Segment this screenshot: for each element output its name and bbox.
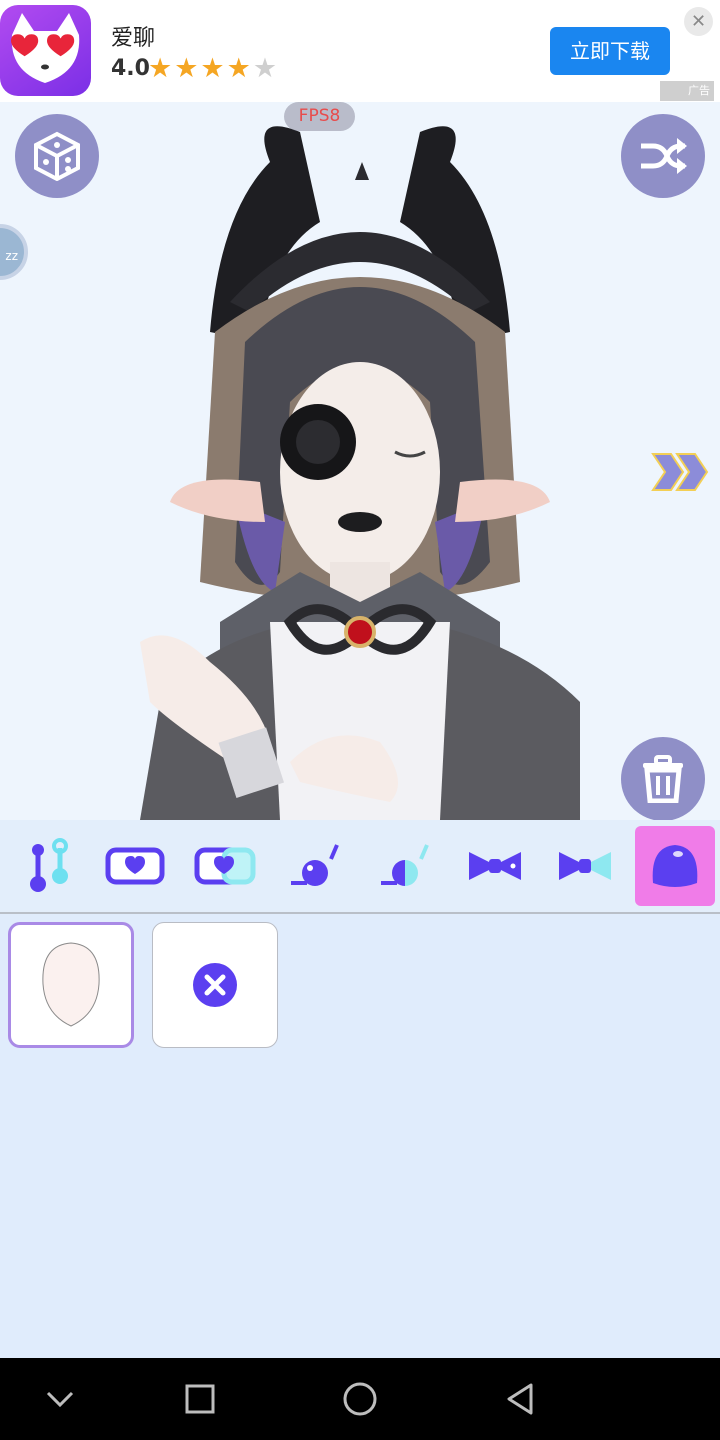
character-canvas[interactable]: FPS8 zz (0, 102, 720, 820)
shuffle-button[interactable] (621, 114, 705, 198)
category-heart-tag-half[interactable] (185, 826, 265, 906)
ad-rating-value: 4.0 (111, 56, 150, 81)
cat-heart-eyes-icon (11, 13, 80, 83)
nav-collapse-button[interactable] (39, 1378, 81, 1420)
close-icon[interactable]: ✕ (684, 7, 713, 36)
nav-home-button[interactable] (339, 1378, 381, 1420)
category-toolbar (0, 820, 720, 914)
category-heart-tag[interactable] (95, 826, 175, 906)
bowtie-icon (469, 852, 521, 880)
ad-tag-label: 广告 (660, 81, 714, 101)
bowtie-half-icon (559, 852, 611, 880)
heart-tag-half-icon (194, 847, 256, 885)
item-face-shape[interactable] (8, 922, 134, 1048)
remove-x-icon (193, 963, 237, 1007)
slider-icon (30, 838, 68, 892)
category-bowtie[interactable] (455, 826, 535, 906)
ad-download-button[interactable]: 立即下载 (550, 27, 670, 75)
head-shape-icon (652, 845, 698, 887)
category-head-shape[interactable] (635, 826, 715, 906)
circle-home-icon (343, 1382, 377, 1416)
category-bead-pin-half[interactable] (365, 826, 445, 906)
bead-pin-half-icon (381, 844, 429, 886)
ad-banner[interactable]: 爱聊 4.0 ★★★★★ 立即下载 ✕ 广告 (0, 0, 720, 102)
side-badge-text: zz (5, 249, 18, 263)
item-remove[interactable] (152, 922, 278, 1048)
nav-back-button[interactable] (499, 1378, 541, 1420)
shuffle-icon (641, 138, 687, 174)
star-filled-icons: ★★★★ (148, 53, 253, 84)
square-recents-icon (185, 1384, 215, 1414)
category-bead-pin[interactable] (275, 826, 355, 906)
fps-counter: FPS8 (284, 102, 355, 131)
heart-tag-icon (105, 847, 165, 885)
character-illustration (140, 126, 580, 820)
delete-button[interactable] (621, 737, 705, 820)
face-shape-icon (42, 942, 100, 1027)
ad-app-name: 爱聊 (111, 26, 156, 51)
category-slider[interactable] (6, 826, 86, 906)
trash-icon (643, 755, 683, 803)
item-grid (0, 914, 720, 1358)
category-bowtie-half[interactable] (545, 826, 625, 906)
ad-rating-stars: ★★★★★ (148, 53, 279, 84)
double-chevron-right-icon (651, 453, 709, 491)
bead-pin-icon (291, 844, 339, 886)
triangle-back-icon (507, 1383, 533, 1415)
nav-recents-button[interactable] (179, 1378, 221, 1420)
star-empty-icon: ★ (252, 53, 280, 84)
random-dice-button[interactable] (15, 114, 99, 198)
next-page-button[interactable] (651, 452, 709, 496)
system-nav-bar (0, 1358, 720, 1440)
ad-app-icon[interactable] (0, 5, 91, 96)
chevron-down-icon (46, 1391, 74, 1408)
dice-icon (34, 131, 80, 181)
